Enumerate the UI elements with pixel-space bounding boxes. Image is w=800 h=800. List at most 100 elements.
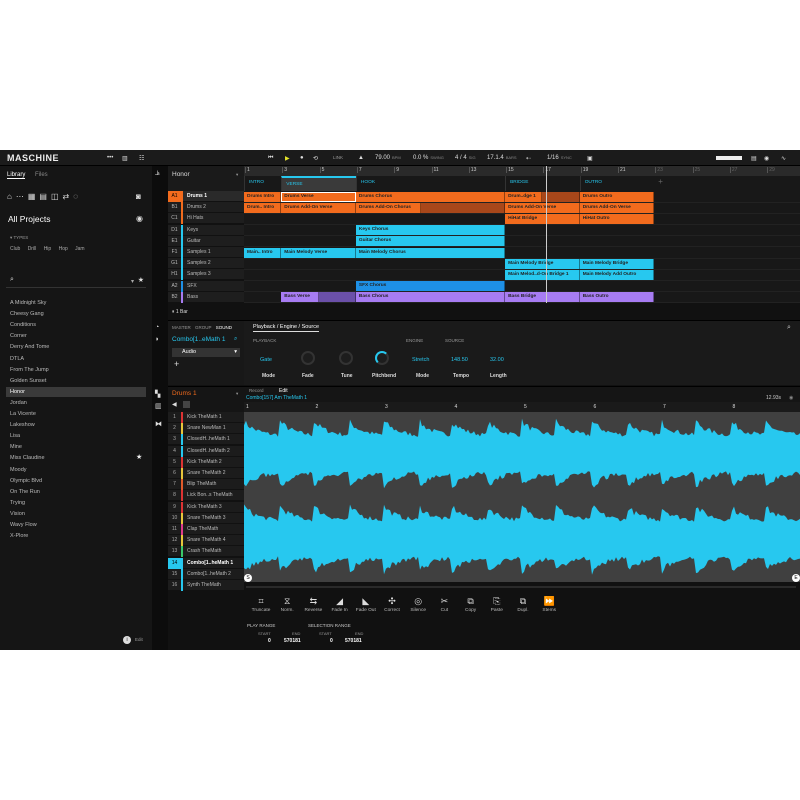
clip[interactable]: Main Melody Add Outro bbox=[579, 269, 655, 280]
favorites-icon[interactable]: ★ bbox=[138, 276, 144, 284]
clip[interactable]: Guitar Chorus bbox=[355, 236, 506, 247]
add-section-icon[interactable]: + bbox=[658, 177, 663, 186]
star-icon[interactable]: ★ bbox=[136, 453, 142, 461]
pad-12[interactable]: 12 Snare TheMath 4 bbox=[168, 535, 244, 547]
track-a2[interactable]: A2 SFX bbox=[168, 280, 244, 292]
library-item[interactable]: Cheesy Gang bbox=[6, 309, 146, 319]
pad-5[interactable]: 5 Kick TheMath 2 bbox=[168, 456, 244, 468]
clip[interactable]: Bass Chorus bbox=[355, 292, 506, 303]
pad-16[interactable]: 16 Synth TheMath bbox=[168, 580, 244, 591]
eye-icon[interactable]: ◉ bbox=[136, 214, 143, 223]
mixer-icon[interactable]: ☷ bbox=[139, 155, 144, 162]
library-item[interactable]: On The Run bbox=[6, 487, 146, 497]
start-marker[interactable]: S bbox=[244, 574, 252, 582]
type-hiphop[interactable]: Hip Hop bbox=[44, 246, 68, 252]
clip[interactable]: Bass Outro bbox=[579, 292, 655, 303]
library-item[interactable]: Olympic Blvd bbox=[6, 476, 146, 486]
library-icon[interactable]: ▥ bbox=[122, 155, 128, 162]
tab-sound[interactable]: SOUND bbox=[216, 325, 232, 330]
sound-search-icon[interactable]: ⌕ bbox=[234, 336, 237, 343]
clip[interactable]: Main Melody Bridge bbox=[579, 258, 655, 269]
type-drill[interactable]: Drill bbox=[28, 246, 37, 252]
sound-name[interactable]: Combo[1..eMath 1 bbox=[172, 336, 225, 343]
tool-copy[interactable]: ⧉ Copy bbox=[459, 596, 483, 613]
tool-paste[interactable]: ⎘ Paste bbox=[485, 596, 509, 613]
clip[interactable]: Bass Bridge bbox=[505, 292, 580, 303]
fade-knob[interactable] bbox=[301, 351, 315, 365]
library-item[interactable]: Corner bbox=[6, 331, 146, 341]
speaker-icon[interactable]: ◀ bbox=[172, 401, 177, 408]
clip[interactable]: HiHat Outro bbox=[579, 213, 655, 224]
waveform-icon[interactable]: ⧓ bbox=[155, 420, 162, 428]
loop-icon[interactable]: ⟲ bbox=[313, 155, 318, 162]
pad-1[interactable]: 1 Kick TheMath 1 bbox=[168, 412, 244, 423]
clip[interactable]: Drums Add-On Verse bbox=[579, 202, 655, 213]
clip[interactable]: Drums Outro bbox=[579, 191, 655, 202]
quantize[interactable]: 1/16 SYNC bbox=[547, 155, 572, 161]
tool-truncate[interactable]: ⌗ Truncate bbox=[249, 596, 273, 613]
types-label[interactable]: ▾ TYPES bbox=[10, 235, 28, 241]
pad-15[interactable]: 15 Combo[1..heMath 2 bbox=[168, 568, 244, 580]
library-item[interactable]: X-Plore bbox=[6, 531, 146, 541]
pitchbend-knob[interactable] bbox=[375, 351, 389, 365]
track-g1[interactable]: G1 Samples 2 bbox=[168, 258, 244, 270]
selection-start[interactable]: 0 bbox=[330, 638, 333, 644]
clip[interactable]: Main Melod..d-On Bridge 1 bbox=[505, 269, 580, 280]
library-item[interactable]: Mine bbox=[6, 442, 146, 452]
clip[interactable] bbox=[421, 202, 506, 213]
track-e1[interactable]: E1 Guitar bbox=[168, 235, 244, 247]
library-item[interactable]: La Vicente bbox=[6, 409, 146, 419]
save-icon[interactable]: ▣ bbox=[587, 155, 593, 162]
tool-fade-in[interactable]: ◢ Fade In bbox=[328, 596, 352, 613]
tab-record[interactable]: Record bbox=[249, 388, 264, 393]
menu-icon[interactable]: ••• bbox=[107, 155, 113, 161]
swing[interactable]: 0.0 % SWING bbox=[413, 155, 444, 161]
pad-4[interactable]: 4 ClosedH..heMath 2 bbox=[168, 445, 244, 457]
tool-fade-out[interactable]: ◣ Fade Out bbox=[354, 596, 378, 613]
tool-norm[interactable]: ⧖ Norm. bbox=[275, 596, 299, 613]
type-filters[interactable]: Club Drill Hip Hop Jam bbox=[10, 246, 85, 252]
metronome-icon[interactable]: ▲ bbox=[358, 155, 364, 161]
clip[interactable]: SFX Chorus bbox=[355, 281, 506, 292]
arranger-ruler[interactable]: 1 3 5 7 9 11 13 15 17 19 21 23 25 27 29 bbox=[244, 166, 800, 176]
library-item[interactable]: Jordan bbox=[6, 398, 146, 408]
clip[interactable]: Drums Chorus bbox=[355, 191, 506, 202]
library-item[interactable]: Lisa bbox=[6, 431, 146, 441]
tool-stems[interactable]: ⏩ Stems bbox=[537, 596, 561, 613]
pad-11[interactable]: 11 Clap TheMath bbox=[168, 524, 244, 535]
library-item[interactable]: Trying bbox=[6, 498, 146, 508]
clip[interactable]: Drum..dge 1 bbox=[505, 191, 543, 202]
hardware-icon[interactable]: ◉ bbox=[764, 155, 769, 162]
tool-dupl[interactable]: ⧉ Dupl. bbox=[511, 596, 535, 613]
clip[interactable]: Drums Intro bbox=[244, 191, 282, 202]
user-icon[interactable]: ◙ bbox=[136, 192, 141, 201]
tempo[interactable]: 79.00 BPM bbox=[375, 155, 401, 161]
library-item[interactable]: Conditions bbox=[6, 320, 146, 330]
info-icon[interactable]: i bbox=[123, 636, 131, 644]
section-outro[interactable]: OUTRO bbox=[579, 176, 655, 191]
pad-8[interactable]: 8 Lick Bon..s TheMath bbox=[168, 490, 244, 502]
link-button[interactable]: LINK bbox=[333, 155, 343, 160]
clip[interactable]: Drums Add-On Verse bbox=[281, 202, 356, 213]
library-item[interactable]: DTLA bbox=[6, 354, 146, 364]
add-plugin-button[interactable]: + bbox=[174, 359, 179, 369]
section-hook[interactable]: HOOK bbox=[355, 176, 505, 191]
engine-mode-value[interactable]: Stretch bbox=[412, 357, 429, 363]
tune-knob[interactable] bbox=[339, 351, 353, 365]
clip[interactable]: Main Melody Chorus bbox=[355, 247, 506, 258]
clip[interactable]: Main Melody Verse bbox=[281, 247, 356, 258]
library-item[interactable]: A Midnight Sky bbox=[6, 298, 146, 308]
library-item[interactable]: Miss Claudine bbox=[6, 453, 146, 463]
sampler-icon[interactable]: ▥ bbox=[155, 402, 162, 410]
group-dropdown-icon[interactable]: ▾ bbox=[236, 391, 238, 397]
edit-button[interactable]: Edit bbox=[135, 637, 143, 642]
follow-icon[interactable]: ⇠ bbox=[526, 155, 531, 162]
plugin-icon[interactable]: ◗ bbox=[155, 336, 159, 343]
tool-cut[interactable]: ✂ Cut bbox=[432, 596, 456, 613]
section-intro[interactable]: INTRO bbox=[244, 176, 281, 191]
pad-10[interactable]: 10 Snare TheMath 3 bbox=[168, 512, 244, 524]
pad-9[interactable]: 9 Kick TheMath 3 bbox=[168, 501, 244, 513]
tempo-value[interactable]: 148.50 bbox=[451, 357, 468, 363]
rewind-icon[interactable]: ⏮ bbox=[268, 155, 273, 162]
selection-end[interactable]: 570181 bbox=[345, 638, 362, 644]
